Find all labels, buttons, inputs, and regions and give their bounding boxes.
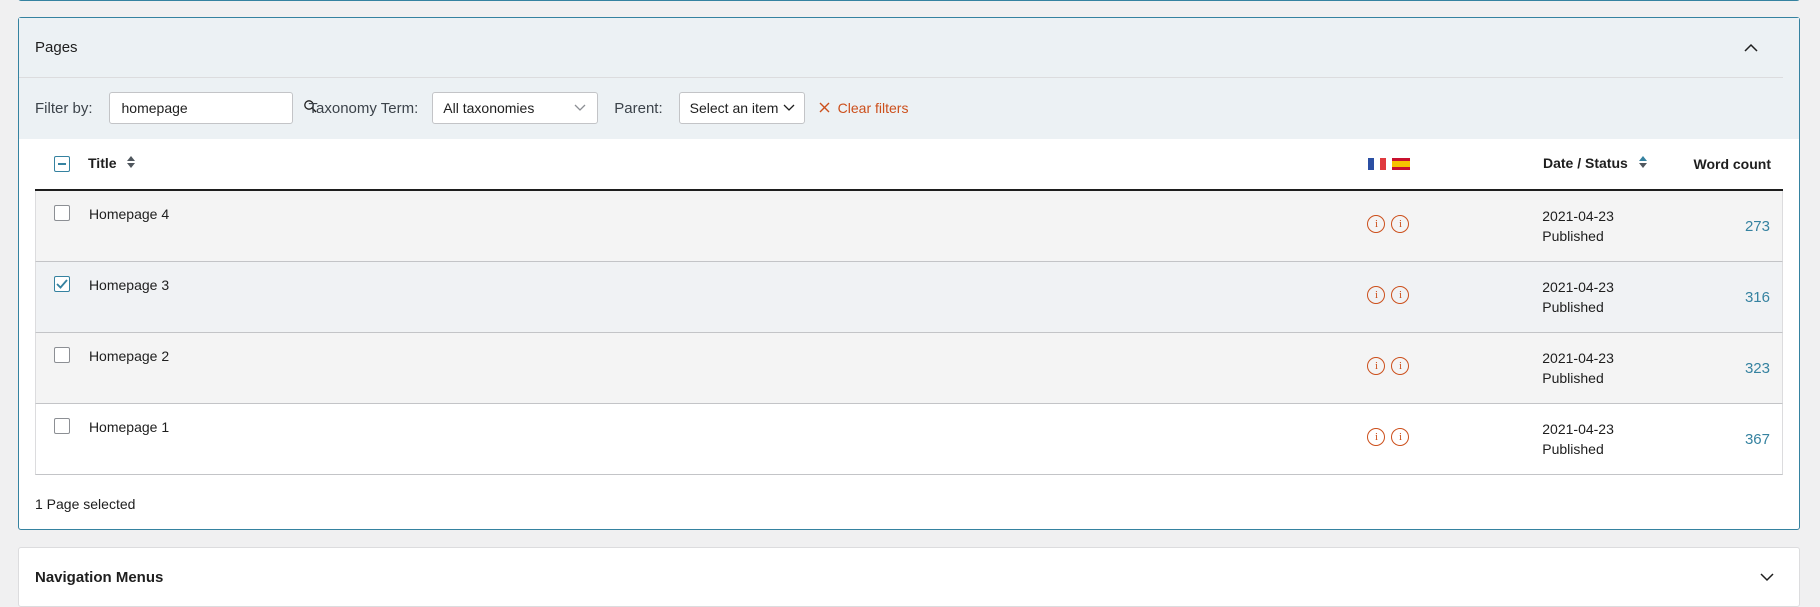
row-checkbox[interactable]	[54, 276, 71, 292]
navigation-menus-panel[interactable]: Navigation Menus	[18, 547, 1800, 607]
row-date: 2021-04-23	[1542, 279, 1614, 295]
row-title[interactable]: Homepage 1	[89, 404, 1368, 435]
selection-summary: 1 Page selected	[35, 496, 136, 512]
row-word-count[interactable]: 323	[1692, 333, 1782, 377]
row-title[interactable]: Homepage 4	[89, 191, 1368, 222]
filter-label: Filter by:	[35, 99, 93, 117]
info-icon[interactable]: i	[1367, 286, 1386, 304]
pages-panel: Pages Filter by: Taxonomy Term: All taxo…	[18, 17, 1800, 530]
table-row[interactable]: Homepage 4 i i 2021-04-23 Published 273	[35, 191, 1783, 262]
row-word-count[interactable]: 273	[1692, 191, 1782, 235]
info-icon[interactable]: i	[1391, 215, 1410, 233]
table-row[interactable]: Homepage 1 i i 2021-04-23 Published 367	[35, 404, 1783, 475]
parent-select[interactable]: Select an item	[678, 92, 805, 124]
info-icon[interactable]: i	[1367, 428, 1386, 446]
row-checkbox[interactable]	[54, 418, 71, 434]
sort-icon[interactable]	[126, 155, 136, 172]
chevron-down-icon	[573, 100, 587, 117]
sort-icon[interactable]	[1638, 155, 1648, 172]
table-row[interactable]: Homepage 2 i i 2021-04-23 Published 323	[35, 333, 1783, 404]
language-column-header	[1368, 157, 1543, 170]
row-date: 2021-04-23	[1542, 350, 1614, 366]
taxonomy-select-value: All taxonomies	[443, 100, 535, 116]
chevron-down-icon[interactable]	[1751, 561, 1783, 593]
row-date: 2021-04-23	[1542, 208, 1614, 224]
row-date: 2021-04-23	[1542, 421, 1614, 437]
pages-panel-header: Pages Filter by: Taxonomy Term: All taxo…	[19, 18, 1799, 139]
spain-flag-icon	[1392, 157, 1410, 170]
taxonomy-select[interactable]: All taxonomies	[432, 92, 599, 124]
row-checkbox[interactable]	[54, 205, 71, 221]
info-icon[interactable]: i	[1391, 357, 1410, 375]
france-flag-icon	[1368, 157, 1386, 170]
date-status-header-label: Date / Status	[1543, 154, 1628, 171]
clear-filters-label: Clear filters	[837, 100, 909, 116]
row-title[interactable]: Homepage 3	[89, 262, 1368, 293]
row-checkbox[interactable]	[54, 347, 71, 363]
row-word-count[interactable]: 316	[1692, 262, 1782, 306]
row-word-count[interactable]: 367	[1692, 404, 1782, 448]
filter-bar: Filter by: Taxonomy Term: All taxonomies…	[19, 78, 1799, 138]
word-count-column-header: Word count	[1693, 155, 1771, 172]
date-status-column-header[interactable]: Date / Status	[1543, 155, 1693, 173]
parent-label: Parent:	[614, 99, 663, 117]
info-icon[interactable]: i	[1391, 286, 1410, 304]
panel-title: Pages	[35, 39, 78, 56]
panel-title: Navigation Menus	[35, 568, 164, 586]
info-icon[interactable]: i	[1391, 428, 1410, 446]
pages-table: Title Date / Status Word count Homepage …	[35, 138, 1783, 475]
title-header-label: Title	[88, 154, 117, 171]
table-header: Title Date / Status Word count	[35, 138, 1783, 191]
clear-filters-button[interactable]: Clear filters	[819, 100, 909, 117]
search-field[interactable]	[108, 92, 317, 124]
pages-panel-title-row[interactable]: Pages	[19, 18, 1783, 78]
table-row[interactable]: Homepage 3 i i 2021-04-23 Published 316	[35, 262, 1783, 333]
row-status: Published	[1542, 441, 1604, 457]
row-title[interactable]: Homepage 2	[89, 333, 1368, 364]
parent-select-value: Select an item	[689, 100, 779, 116]
info-icon[interactable]: i	[1367, 215, 1386, 233]
close-icon	[819, 100, 830, 117]
search-input[interactable]	[121, 100, 303, 116]
previous-panel-edge	[18, 0, 1800, 1]
row-status: Published	[1542, 228, 1604, 244]
chevron-down-icon	[782, 100, 796, 117]
title-column-header[interactable]: Title	[88, 155, 1368, 173]
taxonomy-label: Taxonomy Term:	[308, 99, 419, 117]
info-icon[interactable]: i	[1367, 357, 1386, 375]
chevron-up-icon[interactable]	[1735, 32, 1767, 64]
row-status: Published	[1542, 299, 1604, 315]
row-status: Published	[1542, 370, 1604, 386]
select-all-checkbox[interactable]	[53, 155, 70, 172]
